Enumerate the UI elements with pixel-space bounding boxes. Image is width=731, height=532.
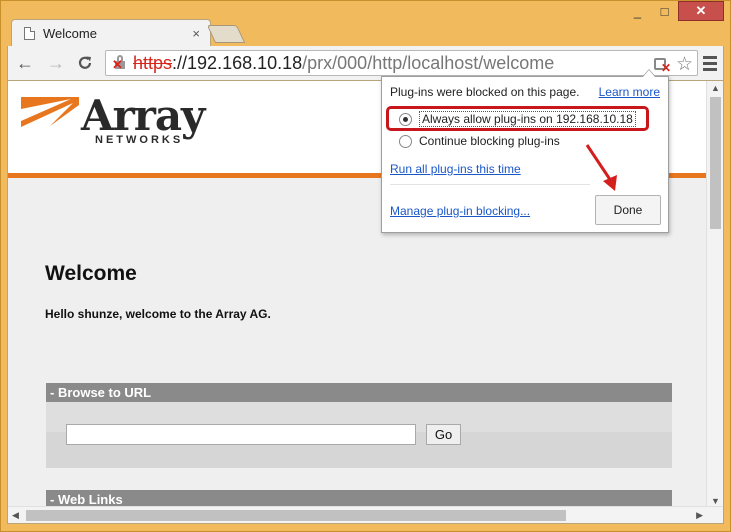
broken-lock-icon[interactable]: ✕	[111, 52, 133, 74]
scroll-right-icon[interactable]: ▶	[696, 510, 703, 521]
reload-button[interactable]	[74, 52, 96, 74]
array-networks-logo: Array NETWORKS	[21, 91, 211, 149]
window-controls: _ □ ✕	[624, 1, 724, 21]
tab-close-icon[interactable]: ×	[192, 26, 200, 41]
url-scheme: https	[133, 52, 173, 73]
browse-url-section-header[interactable]: - Browse to URL	[46, 383, 672, 402]
scroll-down-icon[interactable]: ▼	[711, 496, 720, 506]
radio-button-checked[interactable]	[399, 112, 412, 126]
minimize-button[interactable]: _	[624, 1, 651, 21]
learn-more-link[interactable]: Learn more	[599, 85, 660, 99]
popup-divider	[390, 184, 590, 185]
run-all-plugins-link[interactable]: Run all plug-ins this time	[390, 162, 521, 176]
back-button[interactable]: ←	[14, 52, 36, 74]
address-bar[interactable]: ✕ https ://192.168.10.18 /prx/000/http/l…	[105, 50, 698, 76]
scroll-left-icon[interactable]: ◀	[12, 510, 19, 521]
done-button[interactable]: Done	[595, 195, 661, 225]
radio-always-allow[interactable]: Always allow plug-ins on 192.168.10.18	[399, 111, 636, 127]
close-window-button[interactable]: ✕	[678, 1, 724, 21]
bookmark-star-icon[interactable]: ☆	[676, 53, 693, 76]
url-host: ://192.168.10.18	[172, 52, 303, 73]
chrome-menu-icon[interactable]	[703, 56, 717, 74]
radio-continue-blocking[interactable]: Continue blocking plug-ins	[399, 134, 560, 148]
browse-url-section: Go	[46, 402, 672, 468]
popup-caret	[642, 69, 656, 77]
browser-window: Welcome × _ □ ✕ ← → ✕ https ://192.168.1…	[0, 0, 731, 532]
url-path: /prx/000/http/localhost/welcome	[302, 52, 555, 73]
welcome-message: Hello shunze, welcome to the Array AG.	[45, 307, 271, 321]
forward-arrow-icon: →	[47, 52, 65, 73]
page-title: Welcome	[45, 262, 137, 285]
tab-welcome[interactable]: Welcome ×	[11, 19, 211, 46]
forward-button[interactable]: →	[45, 52, 67, 74]
vertical-scrollbar[interactable]: ▲ ▼	[706, 81, 723, 508]
horizontal-scroll-thumb[interactable]	[26, 510, 566, 521]
radio-continue-blocking-label[interactable]: Continue blocking plug-ins	[419, 134, 560, 148]
horizontal-scrollbar[interactable]: ◀ ▶	[8, 506, 723, 523]
logo-mark-icon	[21, 97, 79, 147]
brand-subtitle: NETWORKS	[95, 134, 184, 146]
scroll-up-icon[interactable]: ▲	[711, 83, 720, 93]
vertical-scroll-thumb[interactable]	[710, 97, 721, 229]
page-icon	[24, 26, 35, 40]
plugin-blocked-popup: Plug-ins were blocked on this page. Lear…	[381, 69, 669, 233]
brand-name: Array	[81, 91, 205, 140]
radio-button-unchecked[interactable]	[399, 134, 412, 148]
annotation-arrow-icon	[585, 144, 617, 191]
browse-url-input[interactable]	[66, 424, 416, 445]
maximize-button[interactable]: □	[651, 1, 678, 21]
radio-always-allow-label[interactable]: Always allow plug-ins on 192.168.10.18	[419, 111, 636, 127]
tab-title: Welcome	[43, 25, 97, 41]
back-arrow-icon: ←	[16, 52, 34, 73]
go-button[interactable]: Go	[426, 424, 461, 445]
browser-toolbar: ← → ✕ https ://192.168.10.18 /prx/000/ht…	[7, 46, 724, 80]
manage-plugin-blocking-link[interactable]: Manage plug-in blocking...	[390, 204, 530, 218]
popup-message: Plug-ins were blocked on this page.	[390, 85, 580, 99]
reload-icon	[78, 56, 92, 69]
new-tab-button[interactable]	[206, 25, 246, 43]
